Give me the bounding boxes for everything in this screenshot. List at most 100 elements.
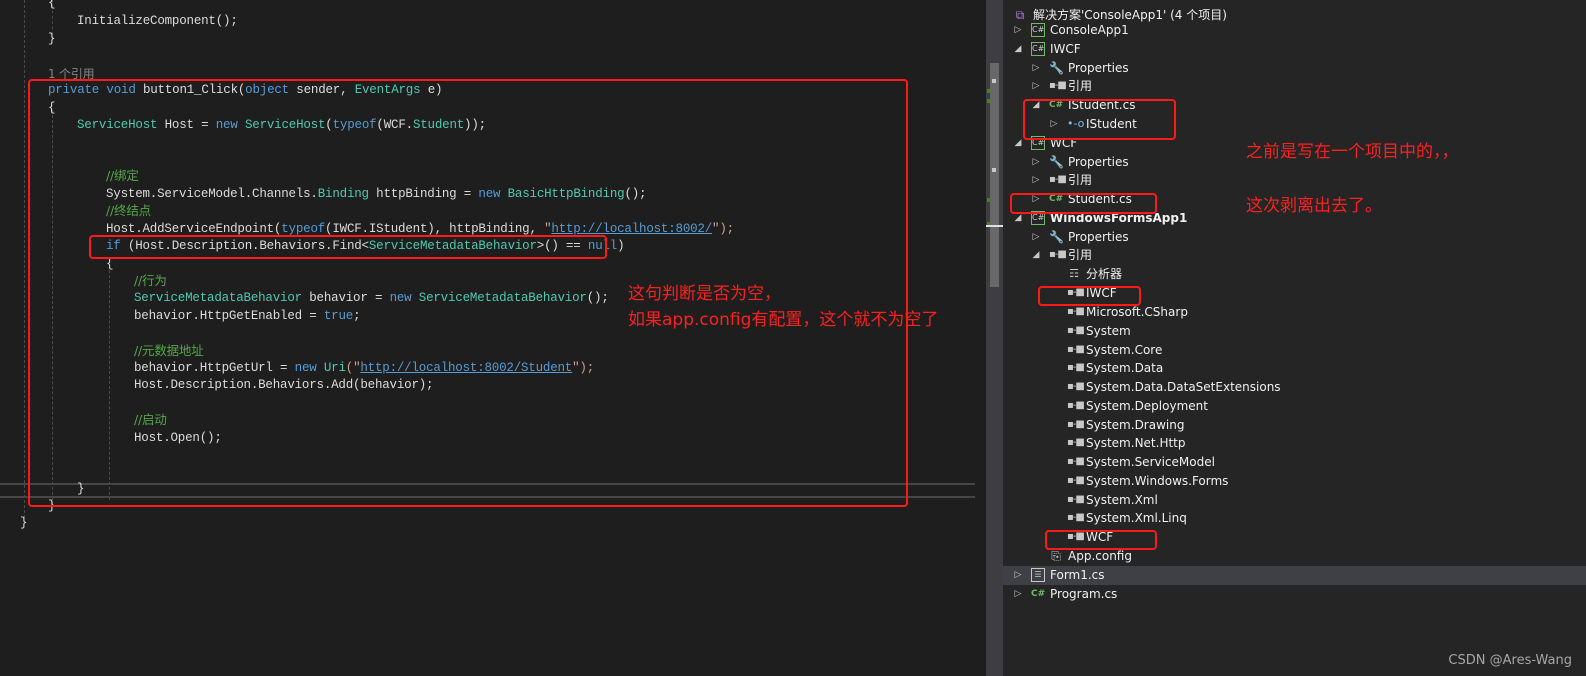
tree-item-label: System.Xml	[1086, 493, 1158, 507]
expand-arrow-icon[interactable]: ▷	[1031, 153, 1041, 172]
tree-item[interactable]: ▪-■ System.Net.Http	[1003, 434, 1586, 453]
tree-item[interactable]: ☶ 分析器	[1003, 265, 1586, 284]
expand-arrow-icon[interactable]: ▷	[1031, 59, 1041, 78]
tree-item-label: 引用	[1068, 173, 1093, 187]
annotation-text-line1: 这句判断是否为空，	[628, 284, 781, 304]
reference-icon: ▪-■	[1067, 456, 1085, 467]
annotation-box-if-check	[89, 235, 607, 259]
reference-icon: ▪-■	[1049, 80, 1067, 91]
tree-item[interactable]: ◢ ▪-■ 引用	[1003, 246, 1586, 265]
change-marker	[987, 198, 991, 202]
annotation-text-line2: 这次剥离出去了。	[1246, 196, 1382, 216]
reference-icon: ▪-■	[1067, 381, 1085, 392]
collapse-arrow-icon[interactable]: ◢	[1013, 134, 1023, 153]
watermark: CSDN @Ares-Wang	[1448, 653, 1572, 668]
reference-icon: ▪-■	[1067, 362, 1085, 373]
csharp-project-icon: C#	[1031, 42, 1045, 56]
reference-icon: ▪-■	[1067, 400, 1085, 411]
wrench-icon: 🔧	[1049, 230, 1064, 244]
code-line: }	[20, 516, 28, 530]
tree-item[interactable]: ◢ C# IWCF	[1003, 40, 1586, 59]
config-icon: ⎘	[1051, 549, 1061, 563]
tree-item-label: System.Drawing	[1086, 418, 1185, 432]
change-marker	[987, 99, 991, 103]
tree-item-label: 引用	[1068, 79, 1093, 93]
tree-item[interactable]: ▪-■ System.Xml.Linq	[1003, 509, 1586, 528]
tree-item-label: System.Core	[1086, 343, 1163, 357]
tree-item-label: Properties	[1068, 61, 1129, 75]
tree-item-label: Properties	[1068, 155, 1129, 169]
tree-item-label: ConsoleApp1	[1050, 23, 1129, 37]
tree-item[interactable]: ▷ 🔧 Properties	[1003, 59, 1586, 78]
reference-icon: ▪-■	[1067, 306, 1085, 317]
annotation-box-wcf-ref	[1045, 530, 1157, 550]
indent-guide	[24, 0, 25, 518]
tree-item[interactable]: ▪-■ System.ServiceModel	[1003, 453, 1586, 472]
code-line: InitializeComponent();	[77, 14, 238, 28]
collapse-arrow-icon[interactable]: ◢	[1013, 40, 1023, 59]
csharp-project-icon: C#	[1031, 23, 1045, 37]
expand-arrow-icon[interactable]: ▷	[1013, 585, 1023, 604]
tree-item[interactable]: ▷ ▪-■ 引用	[1003, 171, 1586, 190]
expand-arrow-icon[interactable]: ▷	[1031, 77, 1041, 96]
tree-item[interactable]: ▷ C# Program.cs	[1003, 585, 1586, 604]
tree-item-label: 分析器	[1086, 267, 1123, 281]
tree-item[interactable]: ▪-■ System	[1003, 322, 1586, 341]
tree-item-label: System.Windows.Forms	[1086, 474, 1229, 488]
tree-item-label: System	[1086, 324, 1131, 338]
tree-item[interactable]: ▪-■ System.Windows.Forms	[1003, 472, 1586, 491]
tree-item-label: IWCF	[1050, 42, 1081, 56]
solution-icon: ⧉	[1015, 8, 1025, 22]
wrench-icon: 🔧	[1049, 155, 1064, 169]
expand-arrow-icon[interactable]: ▷	[1013, 566, 1023, 585]
expand-arrow-icon[interactable]: ▷	[1013, 21, 1023, 40]
tree-item-label: Properties	[1068, 230, 1129, 244]
annotation-box-istudent	[1023, 99, 1176, 140]
tree-item-label: System.ServiceModel	[1086, 455, 1215, 469]
tree-item[interactable]: ▪-■ System.Data	[1003, 359, 1586, 378]
tree-item[interactable]: ▷ ▪-■ 引用	[1003, 77, 1586, 96]
reference-icon: ▪-■	[1067, 437, 1085, 448]
wrench-icon: 🔧	[1049, 61, 1064, 75]
tree-item-label: System.Deployment	[1086, 399, 1208, 413]
solution-explorer: ⧉ 解决方案'ConsoleApp1' (4 个项目) ▷ C# ConsoleAp…	[1003, 0, 1586, 676]
scroll-marker	[992, 79, 996, 83]
tree-item-label: System.Xml.Linq	[1086, 511, 1187, 525]
tree-item-label: Program.cs	[1050, 587, 1118, 601]
reference-icon: ▪-■	[1067, 494, 1085, 505]
tree-item-label: 引用	[1068, 248, 1093, 262]
tree-item-label: System.Data.DataSetExtensions	[1086, 380, 1281, 394]
reference-icon: ▪-■	[1067, 419, 1085, 430]
tree-item-label: System.Data	[1086, 361, 1164, 375]
change-marker	[987, 89, 991, 93]
code-line: {	[48, 0, 56, 10]
tree-item[interactable]: ▪-■ System.Data.DataSetExtensions	[1003, 378, 1586, 397]
reference-icon: ▪-■	[1067, 325, 1085, 336]
tree-item[interactable]: ▪-■ System.Deployment	[1003, 397, 1586, 416]
scroll-marker	[992, 168, 996, 172]
tree-item-label: Form1.cs	[1050, 568, 1105, 582]
tree-item[interactable]: ▷ ☰ Form1.cs	[1003, 566, 1586, 585]
annotation-text-line1: 之前是写在一个项目中的，，	[1246, 142, 1459, 162]
tree-item[interactable]: ▪-■ System.Core	[1003, 341, 1586, 360]
reference-icon: ▪-■	[1067, 512, 1085, 523]
expand-arrow-icon[interactable]: ▷	[1031, 228, 1041, 247]
tree-item[interactable]: ▷ 🔧 Properties	[1003, 228, 1586, 247]
collapse-arrow-icon[interactable]: ◢	[1031, 246, 1041, 265]
expand-arrow-icon[interactable]: ▷	[1031, 171, 1041, 190]
tree-item[interactable]: ▪-■ System.Xml	[1003, 491, 1586, 510]
reference-icon: ▪-■	[1049, 174, 1067, 185]
csharp-file-icon: C#	[1031, 589, 1046, 599]
reference-icon: ▪-■	[1067, 344, 1085, 355]
tree-item[interactable]: ▷ C# ConsoleApp1	[1003, 21, 1586, 40]
tree-item[interactable]: ▪-■ System.Drawing	[1003, 416, 1586, 435]
form-icon: ☰	[1031, 568, 1045, 582]
analyzer-icon: ☶	[1069, 267, 1079, 280]
annotation-box-iwcf-ref	[1038, 286, 1141, 306]
code-line: }	[48, 32, 56, 46]
annotation-text-line2: 如果app.config有配置，这个就不为空了	[628, 310, 939, 330]
code-editor[interactable]: { InitializeComponent(); } 1 个引用 private…	[0, 0, 976, 676]
caret-position-marker	[986, 225, 1003, 227]
scrollbar-thumb[interactable]	[990, 63, 999, 287]
annotation-box-student	[1010, 193, 1157, 214]
